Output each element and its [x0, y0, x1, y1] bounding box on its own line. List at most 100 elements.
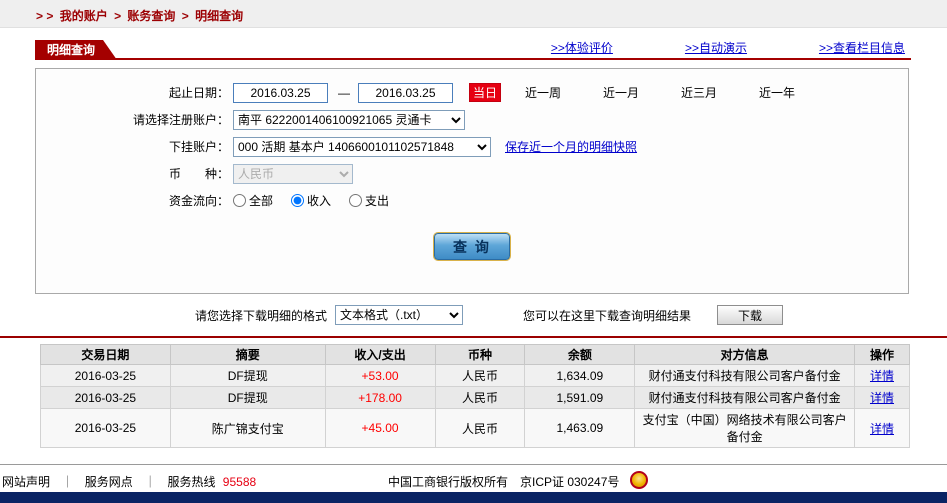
- footer-link-statement[interactable]: 网站声明: [2, 475, 50, 489]
- range-quarter-link[interactable]: 近三月: [681, 84, 717, 101]
- flow-radio-all[interactable]: 全部: [233, 192, 273, 209]
- cell-amount: +45.00: [324, 408, 436, 448]
- cell-amount: +178.00: [324, 386, 436, 409]
- flow-label: 资金流向：: [168, 194, 229, 208]
- sub-account-row: 下挂账户： 000 活期 基本户 1406600101102571848 保存近…: [36, 136, 908, 157]
- breadcrumb-sep: >: [181, 9, 189, 23]
- header-counterparty: 对方信息: [634, 344, 855, 365]
- flow-radio-expense[interactable]: 支出: [349, 192, 389, 209]
- footer: 网站声明 ｜ 服务网点 ｜ 服务热线 95588 中国工商银行版权所有 京ICP…: [0, 471, 947, 491]
- detail-link[interactable]: 详情: [870, 369, 894, 383]
- hotline-number: 95588: [222, 475, 257, 489]
- footer-separator: ｜: [61, 475, 74, 489]
- flow-radio-income[interactable]: 收入: [291, 192, 331, 209]
- table-row: 2016-03-25 DF提现 +178.00 人民币 1,591.09 财付通…: [40, 386, 910, 409]
- tab-links: >>体验评价 >>自动演示 >>查看栏目信息: [551, 39, 911, 56]
- footer-separator: ｜: [144, 475, 157, 489]
- tab-row: 明细查询 >>体验评价 >>自动演示 >>查看栏目信息: [35, 38, 911, 60]
- footer-link-branches[interactable]: 服务网点: [85, 475, 133, 489]
- currency-row: 币 种： 人民币: [36, 163, 908, 184]
- link-auto-demo[interactable]: >>自动演示: [685, 39, 747, 56]
- registered-account-select[interactable]: 南平 6222001406100921065 灵通卡: [233, 109, 465, 130]
- today-button[interactable]: 当日: [469, 83, 501, 102]
- download-format-select[interactable]: 文本格式（.txt）: [335, 305, 464, 325]
- detail-link[interactable]: 详情: [870, 422, 894, 436]
- cell-date: 2016-03-25: [40, 364, 171, 387]
- detail-query-page: > > 我的账户 > 账务查询 > 明细查询 明细查询 >>体验评价 >>自动演…: [0, 0, 947, 503]
- breadcrumb-item-detail-query[interactable]: 明细查询: [195, 9, 243, 23]
- date-row: 起止日期： — 当日 近一周 近一月 近三月 近一年: [36, 82, 908, 103]
- header-currency: 币种: [434, 344, 526, 365]
- breadcrumb-sep: >: [114, 9, 122, 23]
- cell-balance: 1,463.09: [524, 408, 636, 448]
- cell-date: 2016-03-25: [40, 408, 171, 448]
- cell-amount: +53.00: [324, 364, 436, 387]
- transactions-table: 交易日期 摘要 收入/支出 币种 余额 对方信息 操作 2016-03-25 D…: [40, 344, 910, 448]
- icp-badge-icon[interactable]: [630, 471, 648, 489]
- date-separator: —: [338, 85, 350, 100]
- detail-link[interactable]: 详情: [870, 391, 894, 405]
- download-button[interactable]: 下载: [717, 305, 784, 325]
- cell-balance: 1,591.09: [524, 386, 636, 409]
- copyright-text: 中国工商银行版权所有 京ICP证 030247号: [388, 475, 620, 489]
- header-summary: 摘要: [169, 344, 326, 365]
- header-action: 操作: [854, 344, 910, 365]
- table-header-row: 交易日期 摘要 收入/支出 币种 余额 对方信息 操作: [40, 344, 910, 365]
- flow-radio-all-label: 全部: [249, 194, 274, 208]
- currency-select: 人民币: [233, 163, 353, 184]
- cell-summary: 陈广锦支付宝: [169, 408, 326, 448]
- bottom-bar: [0, 492, 947, 503]
- tab-underline: [35, 58, 911, 60]
- date-range-label: 起止日期：: [168, 86, 229, 100]
- date-to-input[interactable]: [358, 82, 453, 103]
- flow-radio-expense-input[interactable]: [349, 194, 363, 207]
- cell-date: 2016-03-25: [40, 386, 171, 409]
- flow-radio-expense-label: 支出: [365, 194, 390, 208]
- header-amount: 收入/支出: [324, 344, 436, 365]
- snapshot-link[interactable]: 保存近一个月的明细快照: [505, 138, 637, 155]
- query-button[interactable]: 查 询: [433, 232, 511, 261]
- table-row: 2016-03-25 DF提现 +53.00 人民币 1,634.09 财付通支…: [40, 364, 910, 387]
- breadcrumb: > > 我的账户 > 账务查询 > 明细查询: [36, 7, 246, 24]
- query-button-row: 查 询: [36, 232, 908, 261]
- flow-radio-group: 全部 收入 支出: [233, 192, 389, 209]
- footer-links: 网站声明 ｜ 服务网点 ｜ 服务热线 95588: [2, 473, 256, 490]
- currency-label: 币 种：: [168, 167, 229, 181]
- download-row: 请您选择下载明细的格式 文本格式（.txt） 您可以在这里下载查询明细结果 下载: [35, 304, 909, 326]
- query-form: 起止日期： — 当日 近一周 近一月 近三月 近一年 请选择注册账户： 南平 6…: [35, 68, 909, 294]
- download-format-label: 请您选择下载明细的格式: [195, 308, 328, 323]
- cell-currency: 人民币: [434, 408, 526, 448]
- hotline-label: 服务热线: [167, 475, 216, 489]
- cell-currency: 人民币: [434, 364, 526, 387]
- breadcrumb-item-my-account[interactable]: 我的账户: [60, 9, 108, 23]
- tab-detail-query[interactable]: 明细查询: [35, 40, 117, 60]
- sub-account-label: 下挂账户：: [168, 140, 229, 154]
- range-week-link[interactable]: 近一周: [525, 84, 561, 101]
- section-divider: [0, 336, 947, 338]
- cell-counterparty: 财付通支付科技有限公司客户备付金: [634, 386, 855, 409]
- flow-row: 资金流向： 全部 收入 支出: [36, 190, 908, 211]
- registered-account-row: 请选择注册账户： 南平 6222001406100921065 灵通卡: [36, 109, 908, 130]
- link-experience-review[interactable]: >>体验评价: [551, 39, 613, 56]
- cell-summary: DF提现: [169, 386, 326, 409]
- download-hint: 您可以在这里下载查询明细结果: [523, 308, 692, 323]
- flow-radio-income-input[interactable]: [291, 194, 305, 207]
- breadcrumb-item-account-query[interactable]: 账务查询: [127, 9, 175, 23]
- range-month-link[interactable]: 近一月: [603, 84, 639, 101]
- registered-account-label: 请选择注册账户：: [132, 113, 229, 127]
- cell-balance: 1,634.09: [524, 364, 636, 387]
- breadcrumb-prefix: > >: [36, 9, 54, 23]
- link-column-info[interactable]: >>查看栏目信息: [819, 39, 905, 56]
- cell-counterparty: 财付通支付科技有限公司客户备付金: [634, 364, 855, 387]
- cell-currency: 人民币: [434, 386, 526, 409]
- date-from-input[interactable]: [233, 82, 328, 103]
- flow-radio-income-label: 收入: [307, 194, 332, 208]
- table-row: 2016-03-25 陈广锦支付宝 +45.00 人民币 1,463.09 支付…: [40, 408, 910, 448]
- cell-summary: DF提现: [169, 364, 326, 387]
- header-balance: 余额: [524, 344, 636, 365]
- footer-divider: [0, 464, 947, 465]
- flow-radio-all-input[interactable]: [233, 194, 246, 207]
- sub-account-select[interactable]: 000 活期 基本户 1406600101102571848: [233, 136, 491, 157]
- header-date: 交易日期: [40, 344, 171, 365]
- range-year-link[interactable]: 近一年: [759, 84, 795, 101]
